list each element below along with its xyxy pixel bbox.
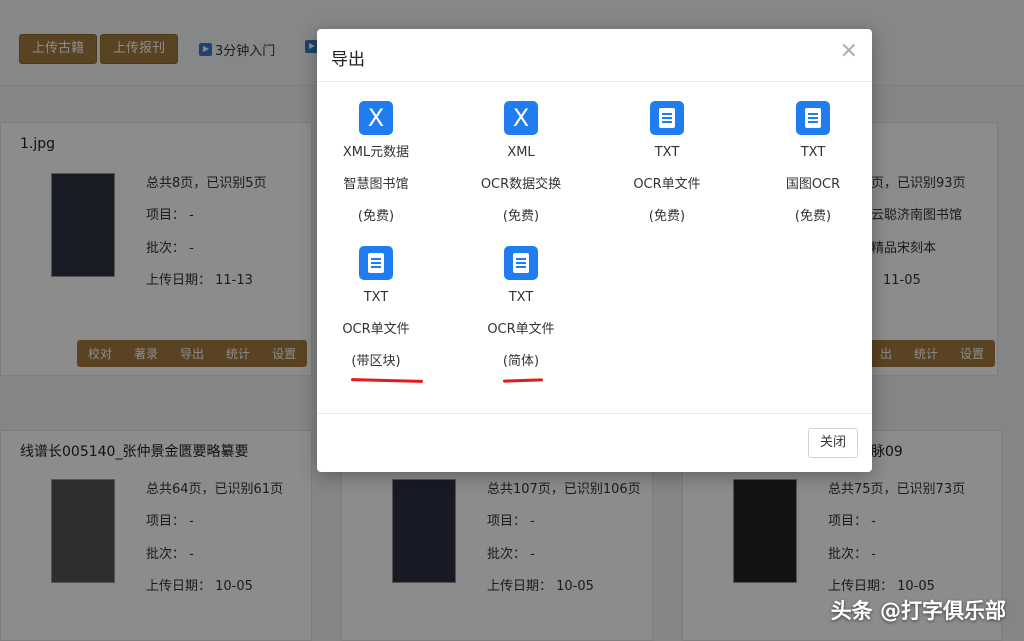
export-option-txt-nlc-ocr[interactable]: TXT 国图OCR (免费) [753, 101, 873, 225]
option-price: (免费) [502, 209, 540, 224]
option-type: OCR单文件 [342, 322, 410, 337]
document-glyph [659, 108, 675, 128]
export-dialog: 导出 × X XML元数据 智慧图书馆 (免费) X XML OCR数据交换 (… [317, 29, 872, 472]
watermark: 头条 @打字俱乐部 [830, 599, 1006, 623]
option-type: 国图OCR [785, 177, 841, 192]
document-icon [504, 246, 538, 280]
dialog-title: 导出 [331, 50, 365, 70]
annotation-underline [350, 378, 424, 383]
document-icon [359, 246, 393, 280]
xml-icon: X [504, 101, 538, 135]
option-type: OCR单文件 [633, 177, 701, 192]
option-price: (免费) [648, 209, 686, 224]
divider [317, 413, 872, 414]
option-type: 智慧图书馆 [343, 177, 409, 192]
option-format: TXT [654, 145, 680, 160]
close-button[interactable]: 关闭 [808, 428, 858, 458]
option-type: OCR单文件 [487, 322, 555, 337]
export-option-txt-simplified[interactable]: TXT OCR单文件 (简体) [461, 246, 581, 370]
option-format: XML [507, 145, 535, 160]
document-glyph [368, 253, 384, 273]
option-variant: (简体) [502, 354, 540, 369]
xml-icon: X [359, 101, 393, 135]
export-option-txt-with-blocks[interactable]: TXT OCR单文件 (带区块) [317, 246, 435, 370]
option-price: (免费) [357, 209, 395, 224]
document-icon [650, 101, 684, 135]
option-format: XML元数据 [342, 145, 410, 160]
export-option-txt-ocr-single[interactable]: TXT OCR单文件 (免费) [607, 101, 727, 225]
document-icon [796, 101, 830, 135]
option-format: TXT [363, 290, 389, 305]
export-option-xml-metadata[interactable]: X XML元数据 智慧图书馆 (免费) [317, 101, 435, 225]
option-price: (免费) [794, 209, 832, 224]
option-variant: (带区块) [351, 354, 401, 369]
export-option-xml-ocr[interactable]: X XML OCR数据交换 (免费) [461, 101, 581, 225]
document-glyph [805, 108, 821, 128]
divider [317, 81, 872, 82]
document-glyph [513, 253, 529, 273]
option-format: TXT [508, 290, 534, 305]
option-type: OCR数据交换 [480, 177, 562, 192]
option-format: TXT [800, 145, 826, 160]
annotation-underline [502, 378, 544, 383]
close-icon[interactable]: × [840, 40, 858, 62]
